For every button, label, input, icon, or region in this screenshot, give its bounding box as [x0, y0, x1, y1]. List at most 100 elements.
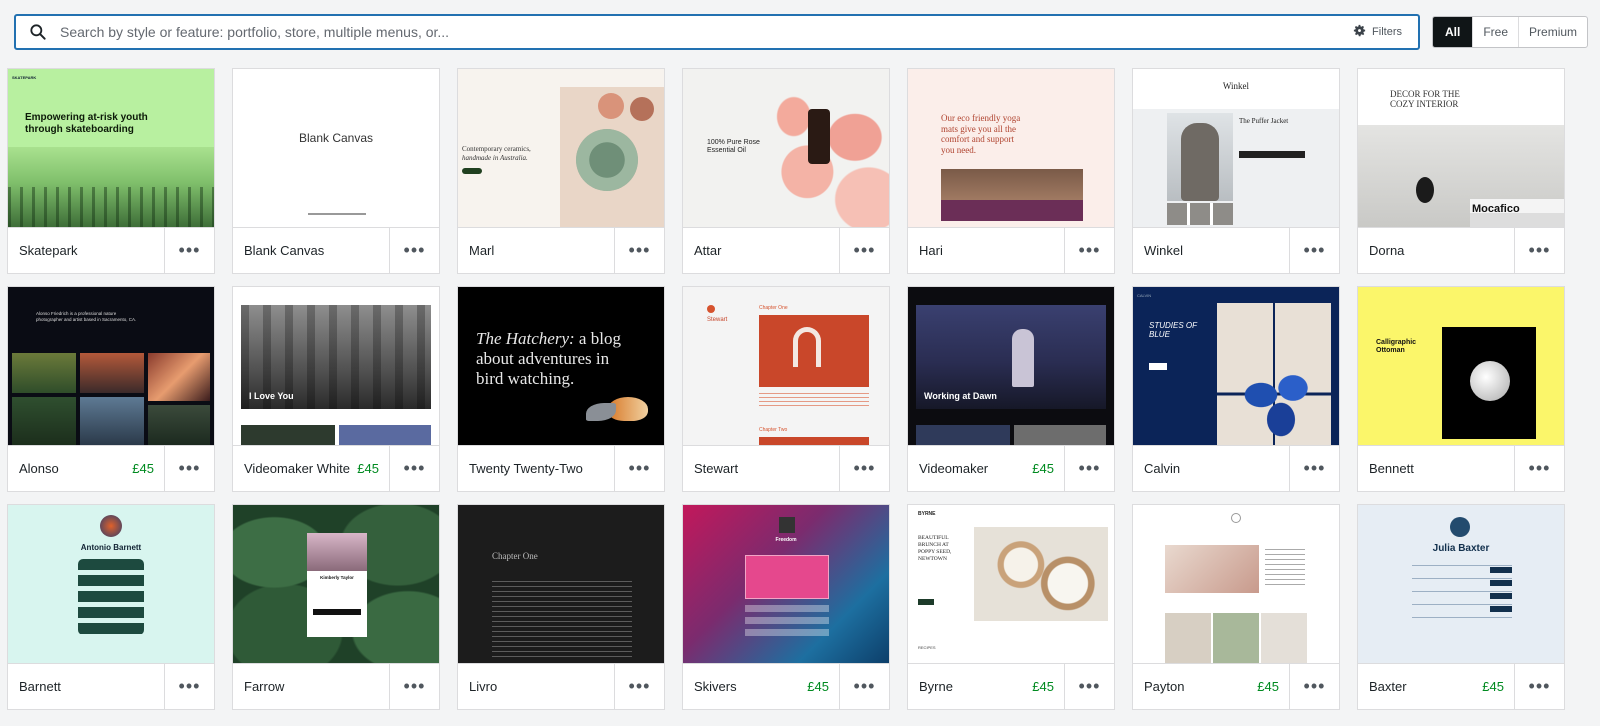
theme-card-calvin[interactable]: CALVIN STUDIES OF BLUE Calvin ••• [1132, 286, 1340, 492]
theme-thumbnail[interactable]: BYRNE BEAUTIFUL BRUNCH AT POPPY SEED, NE… [908, 505, 1114, 663]
more-options-button[interactable]: ••• [1514, 664, 1564, 709]
theme-card-videomaker-white[interactable]: I Love You Videomaker White £45 ••• [232, 286, 440, 492]
theme-card-livro[interactable]: Chapter One Livro ••• [457, 504, 665, 710]
theme-card-attar[interactable]: 100% Pure Rose Essential Oil Attar ••• [682, 68, 890, 274]
thumb-headline: Working at Dawn [924, 391, 997, 401]
theme-thumbnail[interactable]: 100% Pure Rose Essential Oil [683, 69, 889, 227]
theme-card-byrne[interactable]: BYRNE BEAUTIFUL BRUNCH AT POPPY SEED, NE… [907, 504, 1115, 710]
theme-card-marl[interactable]: Contemporary ceramics, handmade in Austr… [457, 68, 665, 274]
tab-all[interactable]: All [1433, 17, 1473, 47]
theme-card-footer: Dorna ••• [1358, 227, 1564, 273]
theme-thumbnail[interactable]: Blank Canvas [233, 69, 439, 227]
theme-thumbnail[interactable]: Alonso Friedrich is a professional natur… [8, 287, 214, 445]
theme-card-skivers[interactable]: Freedom Skivers £45 ••• [682, 504, 890, 710]
search-input[interactable] [60, 16, 1343, 48]
theme-name[interactable]: Barnett [8, 679, 154, 694]
theme-name[interactable]: Farrow [233, 679, 379, 694]
theme-price: £45 [1257, 679, 1279, 694]
theme-thumbnail[interactable]: Our eco friendly yoga mats give you all … [908, 69, 1114, 227]
theme-card-stewart[interactable]: Stewart Chapter One Chapter Two Stewart … [682, 286, 890, 492]
theme-card-dorna[interactable]: DECOR FOR THE COZY INTERIOR Mocafico Dor… [1357, 68, 1565, 274]
theme-card-farrow[interactable]: Kimberly Taylor Farrow ••• [232, 504, 440, 710]
more-options-button[interactable]: ••• [164, 228, 214, 273]
more-options-button[interactable]: ••• [839, 664, 889, 709]
theme-name[interactable]: Attar [683, 243, 829, 258]
more-options-button[interactable]: ••• [1064, 446, 1114, 491]
theme-name[interactable]: Payton [1133, 679, 1257, 694]
theme-thumbnail[interactable]: SKATEPARK Empowering at-risk youth throu… [8, 69, 214, 227]
more-options-button[interactable]: ••• [839, 228, 889, 273]
theme-card-hari[interactable]: Our eco friendly yoga mats give you all … [907, 68, 1115, 274]
more-options-button[interactable]: ••• [164, 664, 214, 709]
theme-card-twenty-twenty-two[interactable]: The Hatchery: a blog about adventures in… [457, 286, 665, 492]
theme-thumbnail[interactable]: Stewart Chapter One Chapter Two [683, 287, 889, 445]
theme-thumbnail[interactable]: Working at Dawn [908, 287, 1114, 445]
thumb-photo-4 [1261, 613, 1307, 663]
theme-card-baxter[interactable]: Julia Baxter Baxter £45 ••• [1357, 504, 1565, 710]
theme-thumbnail[interactable]: Julia Baxter [1358, 505, 1564, 663]
theme-thumbnail[interactable]: Freedom [683, 505, 889, 663]
filters-button[interactable]: Filters [1342, 19, 1412, 45]
theme-card-winkel[interactable]: Winkel The Puffer Jacket Winkel ••• [1132, 68, 1340, 274]
theme-name[interactable]: Winkel [1133, 243, 1279, 258]
theme-thumbnail[interactable]: Contemporary ceramics, handmade in Austr… [458, 69, 664, 227]
theme-name[interactable]: Byrne [908, 679, 1032, 694]
theme-name[interactable]: Twenty Twenty-Two [458, 461, 604, 476]
more-options-button[interactable]: ••• [389, 664, 439, 709]
theme-name[interactable]: Dorna [1358, 243, 1504, 258]
theme-thumbnail[interactable]: The Hatchery: a blog about adventures in… [458, 287, 664, 445]
theme-name[interactable]: Skatepark [8, 243, 154, 258]
theme-card-footer: Skivers £45 ••• [683, 663, 889, 709]
theme-card-skatepark[interactable]: SKATEPARK Empowering at-risk youth throu… [7, 68, 215, 274]
theme-name[interactable]: Videomaker White [233, 461, 357, 476]
theme-name[interactable]: Skivers [683, 679, 807, 694]
theme-name[interactable]: Alonso [8, 461, 132, 476]
more-options-button[interactable]: ••• [614, 664, 664, 709]
theme-name[interactable]: Videomaker [908, 461, 1032, 476]
more-options-button[interactable]: ••• [1289, 228, 1339, 273]
more-options-button[interactable]: ••• [1514, 228, 1564, 273]
thumb-cta [313, 609, 361, 615]
more-options-button[interactable]: ••• [614, 446, 664, 491]
thumb-cta [1149, 363, 1167, 370]
theme-name[interactable]: Livro [458, 679, 604, 694]
more-options-button[interactable]: ••• [1064, 664, 1114, 709]
theme-price: £45 [132, 461, 154, 476]
theme-name[interactable]: Calvin [1133, 461, 1279, 476]
theme-thumbnail[interactable]: Antonio Barnett [8, 505, 214, 663]
tab-premium[interactable]: Premium [1518, 17, 1587, 47]
theme-card-bennett[interactable]: Calligraphic Ottoman Bennett ••• [1357, 286, 1565, 492]
theme-thumbnail[interactable]: DECOR FOR THE COZY INTERIOR Mocafico [1358, 69, 1564, 227]
more-options-button[interactable]: ••• [1514, 446, 1564, 491]
theme-thumbnail[interactable]: Kimberly Taylor [233, 505, 439, 663]
theme-name[interactable]: Bennett [1358, 461, 1504, 476]
theme-card-alonso[interactable]: Alonso Friedrich is a professional natur… [7, 286, 215, 492]
theme-thumbnail[interactable]: I Love You [233, 287, 439, 445]
more-options-button[interactable]: ••• [1289, 446, 1339, 491]
theme-thumbnail[interactable]: Calligraphic Ottoman [1358, 287, 1564, 445]
theme-name[interactable]: Baxter [1358, 679, 1482, 694]
more-options-button[interactable]: ••• [1289, 664, 1339, 709]
theme-card-payton[interactable]: Payton £45 ••• [1132, 504, 1340, 710]
theme-thumbnail[interactable]: Winkel The Puffer Jacket [1133, 69, 1339, 227]
theme-name[interactable]: Marl [458, 243, 604, 258]
theme-thumbnail[interactable] [1133, 505, 1339, 663]
theme-name[interactable]: Blank Canvas [233, 243, 379, 258]
more-options-button[interactable]: ••• [1064, 228, 1114, 273]
tab-free[interactable]: Free [1472, 17, 1518, 47]
theme-name[interactable]: Stewart [683, 461, 829, 476]
more-options-button[interactable]: ••• [389, 446, 439, 491]
more-options-button[interactable]: ••• [389, 228, 439, 273]
more-options-button[interactable]: ••• [164, 446, 214, 491]
theme-card-blank-canvas[interactable]: Blank Canvas Blank Canvas ••• [232, 68, 440, 274]
theme-name[interactable]: Hari [908, 243, 1054, 258]
theme-thumbnail[interactable]: Chapter One [458, 505, 664, 663]
theme-thumbnail[interactable]: CALVIN STUDIES OF BLUE [1133, 287, 1339, 445]
more-options-button[interactable]: ••• [839, 446, 889, 491]
theme-card-barnett[interactable]: Antonio Barnett Barnett ••• [7, 504, 215, 710]
more-options-button[interactable]: ••• [614, 228, 664, 273]
search-icon[interactable] [16, 16, 60, 48]
thumb-avatar [100, 515, 122, 537]
thumb-photo-2 [916, 425, 1010, 445]
theme-card-videomaker[interactable]: Working at Dawn Videomaker £45 ••• [907, 286, 1115, 492]
